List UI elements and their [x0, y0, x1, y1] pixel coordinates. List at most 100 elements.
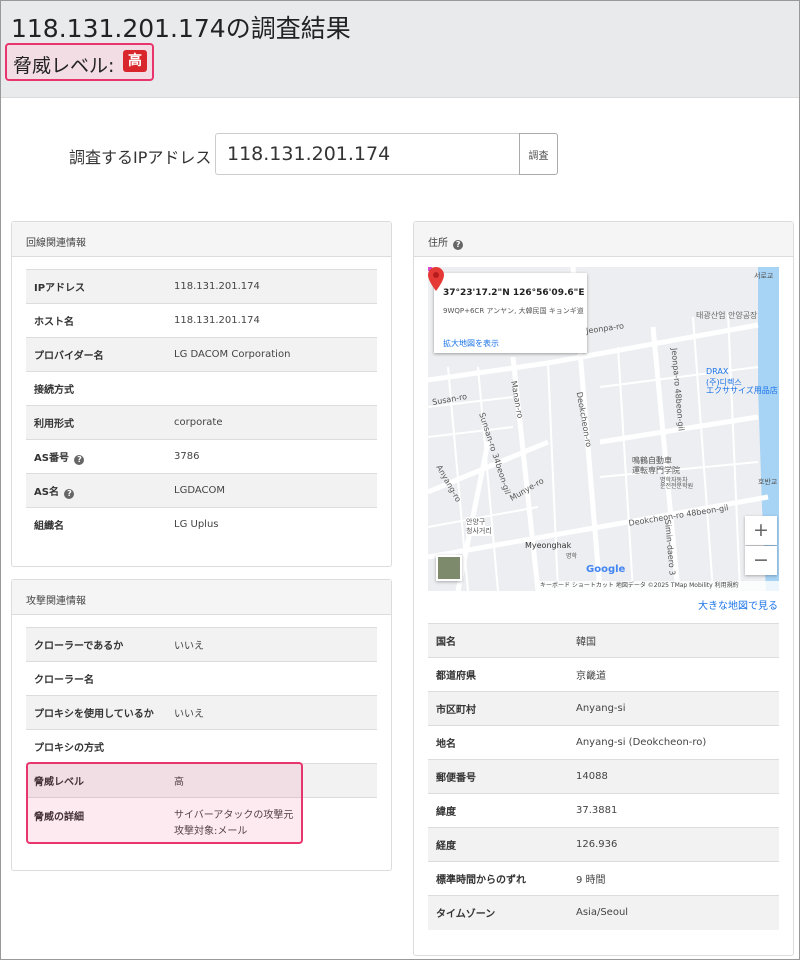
attack-info-table: クローラーであるか いいえ クローラー名 プロキシを使用しているか いいえ プロ… [26, 627, 377, 846]
row-key: IPアドレス [26, 269, 166, 304]
row-value [166, 661, 377, 696]
table-row: 脅威の詳細 サイバーアタックの攻撃元 攻撃対象:メール [26, 797, 377, 846]
page-header: 118.131.201.174の調査結果 脅威レベル: 高 [1, 1, 799, 98]
threat-detail-line: サイバーアタックの攻撃元 [174, 810, 294, 821]
row-key: プロバイダー名 [26, 337, 166, 372]
location-pin-icon [428, 267, 444, 291]
map-label: Myeonghak [525, 541, 572, 550]
enlarge-map-link[interactable]: 拡大地図を表示 [443, 338, 499, 349]
map-label: 호반교 [758, 478, 778, 486]
address-title: 住所 [428, 238, 448, 249]
table-row: クローラー名 [26, 661, 377, 696]
table-row: タイムゾーン Asia/Seoul [428, 895, 779, 930]
zoom-in-button[interactable]: + [745, 516, 777, 545]
row-value: 37.3881 [568, 793, 779, 828]
row-key: 組織名 [26, 507, 166, 542]
table-row: プロキシを使用しているか いいえ [26, 695, 377, 730]
map-label: 청사거리 [466, 526, 492, 536]
table-row: 都道府県 京畿道 [428, 657, 779, 692]
row-value: 118.131.201.174 [166, 269, 377, 304]
map-attribution: キーボード ショートカット 地図データ ©2025 TMap Mobility … [536, 581, 779, 591]
threat-level-highlight: 脅威レベル: 高 [5, 43, 154, 81]
row-value: サイバーアタックの攻撃元 攻撃対象:メール [166, 797, 377, 846]
row-key: 市区町村 [428, 691, 568, 726]
row-value: 3786 [166, 439, 377, 474]
table-row: 接続方式 [26, 371, 377, 406]
row-value [166, 729, 377, 764]
address-panel-title: 住所 ? [414, 222, 793, 257]
row-key: プロキシを使用しているか [26, 695, 166, 730]
row-key: ホスト名 [26, 303, 166, 338]
table-row: 市区町村 Anyang-si [428, 691, 779, 726]
line-info-table: IPアドレス 118.131.201.174 ホスト名 118.131.201.… [26, 269, 377, 542]
table-row: IPアドレス 118.131.201.174 [26, 269, 377, 304]
line-info-panel-title: 回線関連情報 [12, 222, 391, 257]
help-icon[interactable]: ? [453, 240, 464, 250]
table-row: プロキシの方式 [26, 729, 377, 764]
row-key: 都道府県 [428, 657, 568, 692]
address-table: 国名 韓国 都道府県 京畿道 市区町村 Anyang-si 地名 Anyang-… [428, 623, 779, 930]
row-value: Anyang-si [568, 691, 779, 726]
row-key: クローラーであるか [26, 627, 166, 662]
row-key: 緯度 [428, 793, 568, 828]
row-key: 標準時間からのずれ [428, 861, 568, 896]
attack-info-panel-title: 攻撃関連情報 [12, 580, 391, 615]
row-value: 9 時間 [568, 861, 779, 896]
row-key: 経度 [428, 827, 568, 862]
table-row: 標準時間からのずれ 9 時間 [428, 861, 779, 896]
row-key: 接続方式 [26, 371, 166, 406]
row-value: Asia/Seoul [568, 895, 779, 930]
row-key: 脅威レベル [26, 763, 166, 798]
map-label: 서로교 [754, 272, 774, 280]
map[interactable]: 37°23'17.2"N 126°56'09.6"E 9WQP+6CR アンヤン… [428, 267, 779, 591]
row-value: 118.131.201.174 [166, 303, 377, 338]
row-key: 利用形式 [26, 405, 166, 440]
table-row: クローラーであるか いいえ [26, 627, 377, 662]
google-logo: Google [586, 564, 626, 575]
table-row: 組織名 LG Uplus [26, 507, 377, 542]
row-value: LGDACOM [166, 473, 377, 508]
threat-detail-line: 攻撃対象:メール [174, 826, 248, 837]
table-row: AS名 ? LGDACOM [26, 473, 377, 508]
table-row: 緯度 37.3881 [428, 793, 779, 828]
map-plus-code: 9WQP+6CR アンヤン, 大韓民国 キョンギ道 [443, 307, 584, 315]
ip-address-input[interactable] [215, 133, 520, 175]
map-label: 태광산업 안양공장 [696, 311, 758, 320]
row-key: AS番号 ? [26, 439, 166, 474]
map-label: エクササイズ用品店 [706, 386, 778, 395]
row-value: いいえ [166, 695, 377, 730]
view-larger-map-link[interactable]: 大きな地図で見る [698, 597, 778, 612]
table-row: 経度 126.936 [428, 827, 779, 862]
row-value: Anyang-si (Deokcheon-ro) [568, 725, 779, 760]
help-icon[interactable]: ? [64, 488, 75, 499]
help-icon[interactable]: ? [74, 454, 85, 465]
row-key: 国名 [428, 623, 568, 658]
table-row: 郵便番号 14088 [428, 759, 779, 794]
table-row: 地名 Anyang-si (Deokcheon-ro) [428, 725, 779, 760]
map-label: 운전전문학원 [660, 483, 694, 490]
row-value: いいえ [166, 627, 377, 662]
map-label: DRAX [706, 367, 729, 376]
zoom-out-button[interactable]: − [745, 546, 777, 575]
row-value: LG DACOM Corporation [166, 337, 377, 372]
row-value [166, 371, 377, 406]
row-value: 韓国 [568, 623, 779, 658]
row-key: 地名 [428, 725, 568, 760]
table-row: 脅威レベル 高 [26, 763, 377, 798]
search-button[interactable]: 調査 [519, 133, 558, 175]
row-key: プロキシの方式 [26, 729, 166, 764]
threat-level-label: 脅威レベル: [13, 55, 115, 77]
row-key: AS名 ? [26, 473, 166, 508]
row-value: 京畿道 [568, 657, 779, 692]
table-row: ホスト名 118.131.201.174 [26, 303, 377, 338]
as-name-label: AS名 [34, 486, 59, 498]
map-coordinates: 37°23'17.2"N 126°56'09.6"E [443, 288, 585, 298]
threat-level-badge: 高 [123, 50, 147, 72]
table-row: AS番号 ? 3786 [26, 439, 377, 474]
search-label: 調査するIPアドレス [69, 148, 212, 167]
as-number-label: AS番号 [34, 452, 69, 464]
row-key: タイムゾーン [428, 895, 568, 930]
row-value: 高 [166, 763, 377, 798]
row-key: 脅威の詳細 [26, 797, 166, 846]
satellite-toggle[interactable] [436, 555, 462, 581]
